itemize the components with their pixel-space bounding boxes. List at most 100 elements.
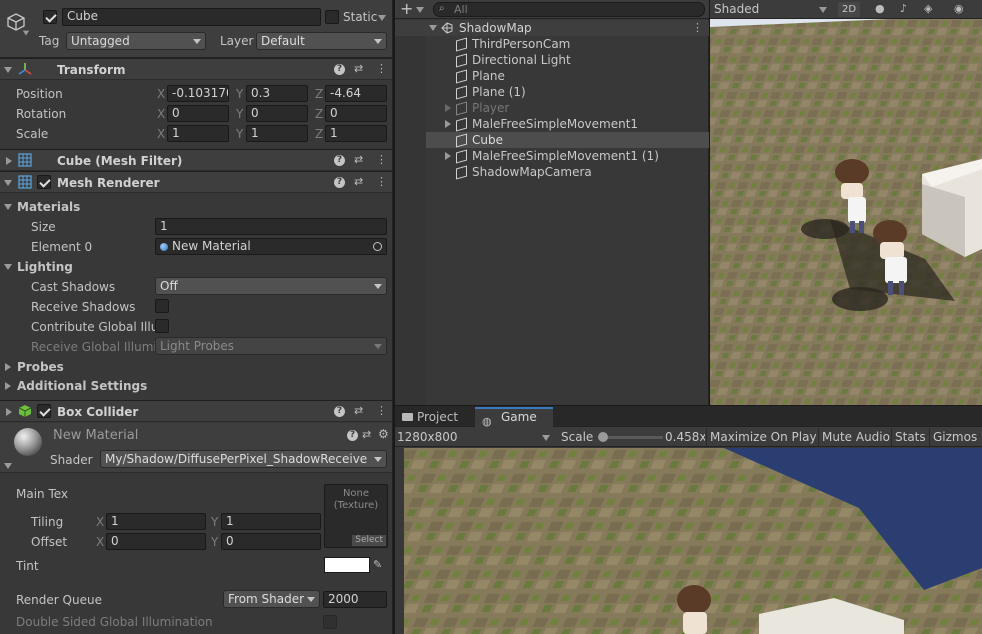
rotation-x-field[interactable]: 0 (167, 105, 229, 122)
expand-arrow[interactable] (445, 120, 451, 128)
hierarchy-item[interactable]: Plane (426, 68, 709, 84)
mesh-renderer-header[interactable]: Mesh Renderer ? ⇄ ⋮ (0, 171, 392, 193)
effects-toggle-icon[interactable]: ◈ (924, 2, 932, 16)
create-dropdown-arrow[interactable] (416, 7, 424, 13)
hierarchy-item[interactable]: MaleFreeSimpleMovement1 (426, 116, 709, 132)
position-x-label[interactable]: X (157, 86, 165, 102)
preset-icon[interactable]: ⇄ (362, 428, 371, 442)
preset-icon[interactable]: ⇄ (354, 153, 363, 167)
lighting-foldout[interactable] (4, 264, 12, 270)
additional-settings-label[interactable]: Additional Settings (17, 378, 147, 394)
double-sided-gi-toggle[interactable] (323, 615, 337, 629)
help-icon[interactable]: ? (347, 430, 358, 441)
scale-label[interactable]: Scale (16, 126, 48, 142)
materials-size-field[interactable]: 1 (155, 218, 387, 235)
help-icon[interactable]: ? (334, 177, 345, 188)
lighting-label[interactable]: Lighting (17, 259, 73, 275)
offset-y-label[interactable]: Y (211, 534, 218, 550)
scene-view[interactable]: Shaded 2D ● ♪ ◈ ◉ (710, 0, 982, 405)
toggle-2d-button[interactable]: 2D (838, 2, 860, 17)
mesh-renderer-enable-toggle[interactable] (37, 175, 51, 189)
rotation-y-label[interactable]: Y (236, 106, 243, 122)
scene-row[interactable]: ShadowMap ⋮ (395, 20, 709, 36)
tex-select-button[interactable]: Select (352, 535, 386, 546)
shader-dropdown[interactable]: My/Shadow/DiffusePerPixel_ShadowReceive (100, 450, 387, 468)
materials-foldout[interactable] (4, 204, 12, 210)
object-name-input[interactable]: Cube (62, 8, 321, 26)
static-toggle[interactable] (325, 10, 339, 24)
tiling-x-label[interactable]: X (96, 514, 104, 530)
hierarchy-item-selected[interactable]: Cube (426, 132, 709, 148)
gameobject-icon-dropdown[interactable] (22, 30, 30, 36)
mesh-filter-header[interactable]: Cube (Mesh Filter) ? ⇄ ⋮ (0, 149, 392, 171)
scale-y-field[interactable]: 1 (246, 125, 308, 142)
hierarchy-item[interactable]: Player (426, 100, 709, 116)
active-toggle[interactable] (43, 10, 57, 24)
object-picker-icon[interactable] (373, 242, 382, 251)
scene-menu-icon[interactable]: ⋮ (692, 21, 703, 35)
scale-y-label[interactable]: Y (236, 126, 243, 142)
kebab-menu-icon[interactable]: ⋮ (376, 153, 387, 167)
rotation-z-label[interactable]: Z (315, 106, 323, 122)
scale-z-label[interactable]: Z (315, 126, 323, 142)
tiling-y-label[interactable]: Y (211, 514, 218, 530)
receive-shadows-toggle[interactable] (155, 299, 169, 313)
offset-y-field[interactable]: 0 (221, 533, 321, 550)
gear-icon[interactable]: ⚙ (378, 427, 389, 441)
rotation-y-field[interactable]: 0 (246, 105, 308, 122)
hierarchy-search-input[interactable]: ⌕ All (433, 2, 705, 17)
position-y-label[interactable]: Y (236, 86, 243, 102)
element0-object-field[interactable]: New Material (155, 238, 387, 255)
lighting-toggle-icon[interactable]: ● (875, 2, 885, 16)
tab-game[interactable]: ◍ Game (475, 407, 553, 428)
transform-header[interactable]: Transform ? ⇄ ⋮ (0, 58, 392, 80)
tag-dropdown[interactable]: Untagged (66, 32, 206, 50)
shading-mode-dropdown[interactable]: Shaded (712, 1, 830, 18)
mesh-filter-foldout[interactable] (6, 157, 12, 165)
position-z-field[interactable]: -4.64 (325, 85, 387, 102)
hierarchy-item[interactable]: Plane (1) (426, 84, 709, 100)
material-foldout[interactable] (4, 463, 12, 469)
scale-x-label[interactable]: X (157, 126, 165, 142)
visibility-toggle-icon[interactable]: ◉ (954, 2, 964, 16)
audio-toggle-icon[interactable]: ♪ (900, 2, 907, 16)
help-icon[interactable]: ? (334, 64, 345, 75)
cast-shadows-dropdown[interactable]: Off (155, 277, 387, 295)
preset-icon[interactable]: ⇄ (354, 175, 363, 189)
tint-color-field[interactable] (324, 557, 370, 573)
static-dropdown-arrow[interactable] (378, 15, 386, 21)
scale-slider[interactable] (598, 432, 663, 442)
gizmos-button[interactable]: Gizmos (929, 428, 980, 446)
render-queue-value-field[interactable]: 2000 (323, 591, 387, 608)
preset-icon[interactable]: ⇄ (354, 404, 363, 418)
rotation-label[interactable]: Rotation (16, 106, 66, 122)
box-collider-header[interactable]: Box Collider ? ⇄ ⋮ (0, 400, 392, 422)
mute-audio-button[interactable]: Mute Audio (818, 428, 893, 446)
additional-settings-foldout[interactable] (5, 382, 11, 390)
layer-dropdown[interactable]: Default (256, 32, 387, 50)
kebab-menu-icon[interactable]: ⋮ (376, 62, 387, 76)
expand-arrow[interactable] (445, 104, 451, 112)
resolution-dropdown-arrow[interactable] (542, 435, 550, 441)
hierarchy-item[interactable]: Directional Light (426, 52, 709, 68)
tiling-y-field[interactable]: 1 (221, 513, 321, 530)
hierarchy-item[interactable]: ShadowMapCamera (426, 164, 709, 180)
probes-label[interactable]: Probes (17, 359, 64, 375)
box-collider-enable-toggle[interactable] (37, 404, 51, 418)
help-icon[interactable]: ? (334, 406, 345, 417)
transform-foldout[interactable] (4, 67, 12, 73)
help-icon[interactable]: ? (334, 155, 345, 166)
scale-x-field[interactable]: 1 (167, 125, 229, 142)
kebab-menu-icon[interactable]: ⋮ (376, 404, 387, 418)
box-collider-foldout[interactable] (6, 408, 12, 416)
rotation-z-field[interactable]: 0 (325, 105, 387, 122)
tab-project[interactable]: Project (395, 407, 473, 427)
probes-foldout[interactable] (5, 363, 11, 371)
position-x-field[interactable]: -0.103170 (167, 85, 229, 102)
shading-dropdown-arrow[interactable] (819, 7, 827, 13)
scale-z-field[interactable]: 1 (325, 125, 387, 142)
scene-foldout[interactable] (429, 25, 437, 31)
scale-slider-thumb[interactable] (598, 432, 608, 442)
materials-label[interactable]: Materials (17, 199, 80, 215)
expand-arrow[interactable] (445, 152, 451, 160)
